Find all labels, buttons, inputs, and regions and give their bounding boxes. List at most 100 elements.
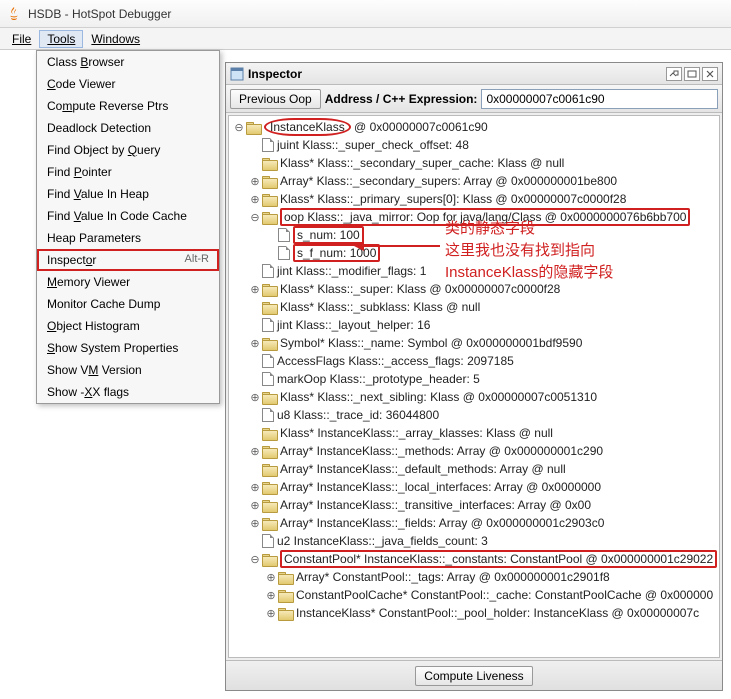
tree-label: Array* Klass::_secondary_supers: Array @…: [280, 174, 617, 188]
page-icon: [262, 408, 274, 422]
tree-row[interactable]: ⊕Array* InstanceKlass::_local_interfaces…: [229, 478, 719, 496]
tree-toggle[interactable]: ⊕: [265, 589, 277, 601]
tools-menu-item[interactable]: InspectorAlt-R: [37, 249, 219, 271]
tree-row[interactable]: ⊕ Array* Klass::_secondary_supers: Array …: [229, 172, 719, 190]
tree-row[interactable]: ⊖ ConstantPool* InstanceKlass::_constants…: [229, 550, 719, 568]
inspector-maximize-button[interactable]: [684, 67, 700, 81]
tree-label: Array* InstanceKlass::_default_methods: …: [280, 462, 566, 476]
menu-file[interactable]: File: [4, 30, 39, 48]
tools-menu-item[interactable]: Deadlock Detection: [37, 117, 219, 139]
compute-liveness-button[interactable]: Compute Liveness: [415, 666, 532, 686]
tools-menu-item[interactable]: Compute Reverse Ptrs: [37, 95, 219, 117]
inspector-title: Inspector: [248, 67, 664, 81]
tree-toggle[interactable]: [249, 373, 261, 385]
tree-toggle[interactable]: ⊕: [249, 283, 261, 295]
address-label: Address / C++ Expression:: [325, 92, 478, 106]
tree-row[interactable]: ⊖oop Klass::_java_mirror: Oop for java/l…: [229, 208, 719, 226]
window-icon: [230, 67, 244, 81]
tree-toggle[interactable]: [249, 427, 261, 439]
tools-menu-item[interactable]: Heap Parameters: [37, 227, 219, 249]
tree-row[interactable]: juint Klass::_super_check_offset: 48: [229, 136, 719, 154]
tree-row[interactable]: ⊕ConstantPoolCache* ConstantPool::_cache…: [229, 586, 719, 604]
tree-row[interactable]: Klass* InstanceKlass::_array_klasses: Kl…: [229, 424, 719, 442]
tree-toggle[interactable]: [249, 319, 261, 331]
tree-row[interactable]: ⊕Array* ConstantPool::_tags: Array @ 0x0…: [229, 568, 719, 586]
tools-menu-item[interactable]: Show VM Version: [37, 359, 219, 381]
tree-toggle[interactable]: ⊖: [249, 553, 261, 565]
tree-row[interactable]: ⊕InstanceKlass* ConstantPool::_pool_hold…: [229, 604, 719, 622]
folder-icon: [262, 391, 277, 403]
tree-label: AccessFlags Klass::_access_flags: 209718…: [277, 354, 514, 368]
tree-label: Klass* Klass::_super: Klass @ 0x00000007…: [280, 282, 560, 296]
tools-menu-item[interactable]: Show -XX flags: [37, 381, 219, 403]
tree-toggle[interactable]: [249, 301, 261, 313]
tree-toggle[interactable]: ⊕: [249, 337, 261, 349]
tree-row[interactable]: ⊕ Klass* Klass::_super: Klass @ 0x0000000…: [229, 280, 719, 298]
folder-icon: [262, 463, 277, 475]
folder-icon: [246, 121, 261, 133]
tree-toggle[interactable]: ⊕: [249, 499, 261, 511]
tree-row[interactable]: AccessFlags Klass::_access_flags: 209718…: [229, 352, 719, 370]
tree-toggle[interactable]: [249, 157, 261, 169]
tree-toggle[interactable]: [249, 139, 261, 151]
tree-label: ConstantPool* InstanceKlass::_constants:…: [280, 550, 717, 568]
tree-toggle[interactable]: [249, 265, 261, 277]
tools-menu-item[interactable]: Show System Properties: [37, 337, 219, 359]
tree-toggle[interactable]: ⊕: [265, 571, 277, 583]
tree-toggle[interactable]: [249, 409, 261, 421]
tree-toggle[interactable]: ⊕: [249, 391, 261, 403]
tree-toggle[interactable]: [265, 229, 277, 241]
tools-menu-item[interactable]: Memory Viewer: [37, 271, 219, 293]
tree-toggle[interactable]: ⊕: [249, 517, 261, 529]
tree-toggle[interactable]: [249, 535, 261, 547]
tools-menu-item[interactable]: Find Pointer: [37, 161, 219, 183]
tree-label: InstanceKlass @ 0x00000007c0061c90: [264, 120, 488, 134]
menu-windows[interactable]: Windows: [83, 30, 148, 48]
tree-row[interactable]: ⊕Symbol* Klass::_name: Symbol @ 0x000000…: [229, 334, 719, 352]
tools-menu-item[interactable]: Class Browser: [37, 51, 219, 73]
tree-toggle[interactable]: [249, 463, 261, 475]
tree-toggle[interactable]: [249, 355, 261, 367]
tree-scroll[interactable]: ⊖ InstanceKlass @ 0x00000007c0061c90 juint…: [229, 116, 719, 657]
tree-row[interactable]: Klass* Klass::_secondary_super_cache: Kl…: [229, 154, 719, 172]
inspector-restore-button[interactable]: [666, 67, 682, 81]
tree-row[interactable]: Klass* Klass::_subklass: Klass @ null: [229, 298, 719, 316]
tree-row[interactable]: ⊕Array* InstanceKlass::_fields: Array @ …: [229, 514, 719, 532]
tree-toggle[interactable]: ⊕: [265, 607, 277, 619]
tree-row[interactable]: jint Klass::_layout_helper: 16: [229, 316, 719, 334]
tree-row[interactable]: ⊕Klass* Klass::_next_sibling: Klass @ 0x…: [229, 388, 719, 406]
tree-label: Array* InstanceKlass::_transitive_interf…: [280, 498, 591, 512]
tools-menu-item[interactable]: Object Histogram: [37, 315, 219, 337]
tree-toggle[interactable]: [265, 247, 277, 259]
tree-label: u2 InstanceKlass::_java_fields_count: 3: [277, 534, 488, 548]
tree-toggle[interactable]: ⊕: [249, 175, 261, 187]
tools-menu-item[interactable]: Find Value In Code Cache: [37, 205, 219, 227]
tree-row[interactable]: jint Klass::_modifier_flags: 1: [229, 262, 719, 280]
tree-row[interactable]: Array* InstanceKlass::_default_methods: …: [229, 460, 719, 478]
tree-toggle[interactable]: ⊖: [249, 211, 261, 223]
tree-row[interactable]: u8 Klass::_trace_id: 36044800: [229, 406, 719, 424]
tree-row[interactable]: s_f_num: 1000: [229, 244, 719, 262]
address-bar: Previous Oop Address / C++ Expression:: [226, 85, 722, 113]
tree-row[interactable]: ⊕Klass* Klass::_primary_supers[0]: Klass…: [229, 190, 719, 208]
tools-menu-item[interactable]: Find Value In Heap: [37, 183, 219, 205]
previous-oop-button[interactable]: Previous Oop: [230, 89, 321, 109]
tree-row[interactable]: ⊕ Array* InstanceKlass::_transitive_inter…: [229, 496, 719, 514]
page-icon: [262, 534, 274, 548]
tools-dropdown: Class BrowserCode ViewerCompute Reverse …: [36, 50, 220, 404]
tree-row[interactable]: u2 InstanceKlass::_java_fields_count: 3: [229, 532, 719, 550]
tree-toggle[interactable]: ⊖: [233, 121, 245, 133]
tree-toggle[interactable]: ⊕: [249, 193, 261, 205]
menu-tools[interactable]: Tools: [39, 30, 83, 48]
tree-row[interactable]: s_num: 100: [229, 226, 719, 244]
tools-menu-item[interactable]: Code Viewer: [37, 73, 219, 95]
address-input[interactable]: [481, 89, 718, 109]
tools-menu-item[interactable]: Find Object by Query: [37, 139, 219, 161]
tools-menu-item[interactable]: Monitor Cache Dump: [37, 293, 219, 315]
tree-row[interactable]: markOop Klass::_prototype_header: 5: [229, 370, 719, 388]
tree-toggle[interactable]: ⊕: [249, 445, 261, 457]
inspector-close-button[interactable]: [702, 67, 718, 81]
tree-toggle[interactable]: ⊕: [249, 481, 261, 493]
tree-row[interactable]: ⊕Array* InstanceKlass::_methods: Array @…: [229, 442, 719, 460]
tree-row[interactable]: ⊖ InstanceKlass @ 0x00000007c0061c90: [229, 118, 719, 136]
